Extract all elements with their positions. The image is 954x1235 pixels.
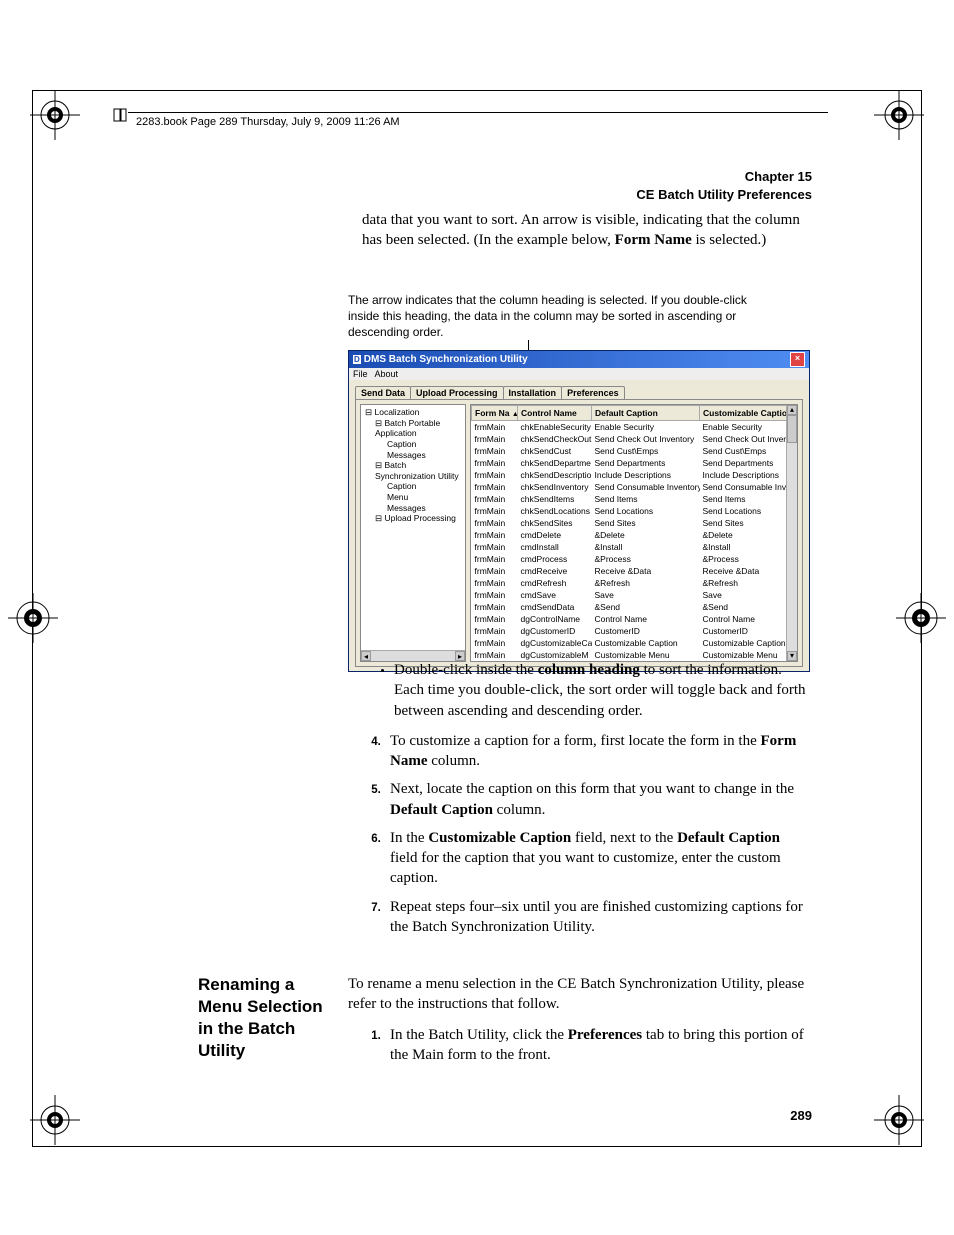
book-icon [112,106,130,124]
header-book-info: 2283.book Page 289 Thursday, July 9, 200… [136,116,400,128]
table-row[interactable]: frmMaincmdDelete&Delete&Delete [472,529,797,541]
chapter-title: CE Batch Utility Preferences [636,187,812,202]
table-row[interactable]: frmMaindgCustomerIDCustomerIDCustomerID [472,625,797,637]
table-row[interactable]: frmMainchkSendDescriptioInclude Descript… [472,469,797,481]
tree-node[interactable]: Messages [363,450,463,461]
registration-mark-icon [874,90,924,140]
column-header[interactable]: Customizable Caption [700,406,797,421]
bullet-item: Double-click inside the column heading t… [394,660,810,721]
table-row[interactable]: frmMainchkSendDepartmeSend DepartmentsSe… [472,457,797,469]
header-rule [128,112,828,113]
app-icon: D [353,355,361,364]
close-icon[interactable]: × [790,352,805,367]
preferences-table[interactable]: Form Na ▲Control NameDefault CaptionCust… [470,404,798,662]
tree-node[interactable]: Caption [363,481,463,492]
tree-node[interactable]: Messages [363,503,463,514]
table-row[interactable]: frmMaincmdProcess&Process&Process [472,553,797,565]
table-row[interactable]: frmMainchkEnableSecurityEnable SecurityE… [472,421,797,434]
tree-node[interactable]: Menu [363,492,463,503]
column-header[interactable]: Control Name [518,406,592,421]
tree-node[interactable]: ⊟ Localization [363,407,463,418]
tree-node[interactable]: ⊟ Upload Processing [363,513,463,524]
table-row[interactable]: frmMainchkSendCustSend Cust\EmpsSend Cus… [472,445,797,457]
window-title: DMS Batch Synchronization Utility [364,354,528,365]
table-row[interactable]: frmMainchkSendCheckOutSend Check Out Inv… [472,433,797,445]
tab-send-data[interactable]: Send Data [355,386,411,399]
ordered-steps-2: In the Batch Utility, click the Preferen… [348,1025,808,1066]
table-row[interactable]: frmMaincmdRefresh&Refresh&Refresh [472,577,797,589]
tab-upload-processing[interactable]: Upload Processing [410,386,504,399]
step-1: In the Batch Utility, click the Preferen… [384,1025,808,1066]
column-header[interactable]: Form Na ▲ [472,406,518,421]
vertical-scrollbar[interactable]: ▴▾ [786,405,797,661]
table-row[interactable]: frmMaindgControlNameControl NameControl … [472,613,797,625]
figure-caption: The arrow indicates that the column head… [348,292,748,341]
section-intro: To rename a menu selection in the CE Bat… [348,974,808,1015]
tree-panel[interactable]: ⊟ Localization⊟ Batch Portable Applicati… [360,404,466,662]
chapter-number: Chapter 15 [745,169,812,184]
tree-node[interactable]: ⊟ Batch Portable Application [363,418,463,439]
bullet-list: Double-click inside the column heading t… [362,660,810,721]
registration-mark-icon [8,593,58,643]
registration-mark-icon [874,1095,924,1145]
table-row[interactable]: frmMaincmdInstall&Install&Install [472,541,797,553]
table-row[interactable]: frmMainchkSendLocationsSend LocationsSen… [472,505,797,517]
table-row[interactable]: frmMainchkSendItemsSend ItemsSend Items [472,493,797,505]
tab-preferences[interactable]: Preferences [561,386,625,399]
step-4: To customize a caption for a form, first… [384,731,810,772]
registration-mark-icon [30,1095,80,1145]
table-row[interactable]: frmMaindgCustomizableCaCustomizable Capt… [472,637,797,649]
menu-file[interactable]: File [353,369,368,379]
tree-node[interactable]: Caption [363,439,463,450]
table-row[interactable]: frmMaincmdReceiveReceive &DataReceive &D… [472,565,797,577]
intro-paragraph: data that you want to sort. An arrow is … [362,210,810,261]
tab-installation[interactable]: Installation [503,386,563,399]
menu-bar: File About [349,368,809,380]
tree-node[interactable]: ⊟ Batch Synchronization Utility [363,460,463,481]
table-row[interactable]: frmMainchkSendSitesSend SitesSend Sites [472,517,797,529]
column-header[interactable]: Default Caption [592,406,700,421]
screenshot-batch-utility: DDMS Batch Synchronization Utility × Fil… [348,350,810,672]
chapter-heading: Chapter 15 CE Batch Utility Preferences [636,168,812,203]
table-row[interactable]: frmMaincmdSendData&Send&Send [472,601,797,613]
table-row[interactable]: frmMainchkSendInventorySend Consumable I… [472,481,797,493]
step-5: Next, locate the caption on this form th… [384,779,810,820]
registration-mark-icon [30,90,80,140]
section-heading: Renaming a Menu Selection in the Batch U… [198,974,338,1062]
window-titlebar: DDMS Batch Synchronization Utility × [349,351,809,368]
registration-mark-icon [896,593,946,643]
tab-bar: Send Data Upload Processing Installation… [355,386,803,399]
table-row[interactable]: frmMaincmdSaveSaveSave [472,589,797,601]
step-7: Repeat steps four–six until you are fini… [384,897,810,938]
menu-about[interactable]: About [375,369,399,379]
ordered-steps: To customize a caption for a form, first… [362,731,810,937]
step-6: In the Customizable Caption field, next … [384,828,810,889]
page-number: 289 [790,1108,812,1123]
